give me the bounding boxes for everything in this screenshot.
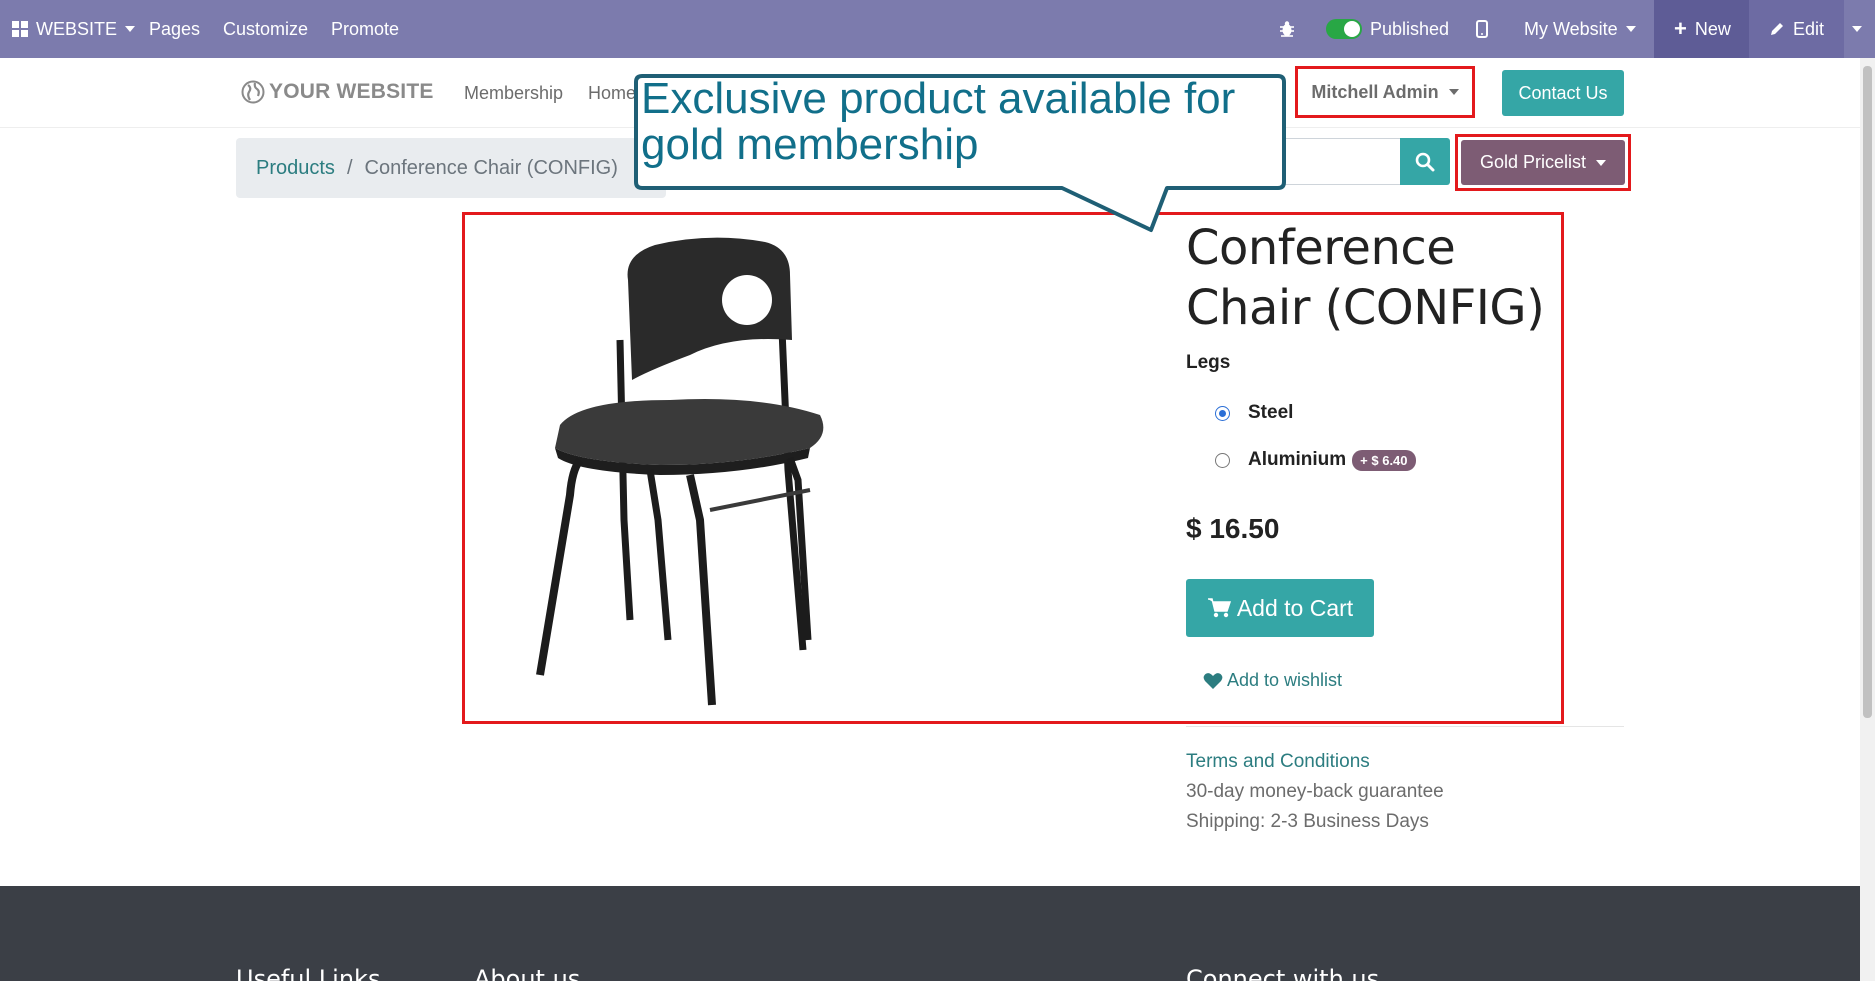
apps-grid-icon (12, 21, 28, 37)
guarantee-text: 30-day money-back guarantee (1186, 781, 1444, 802)
breadcrumb-current: Conference Chair (CONFIG) (364, 156, 618, 179)
breadcrumb: Products / Conference Chair (CONFIG) (236, 138, 666, 198)
chevron-down-icon (1448, 89, 1459, 95)
mobile-preview-button[interactable] (1476, 0, 1488, 58)
footer-heading-useful-links: Useful Links (236, 965, 381, 981)
edit-button[interactable]: Edit (1749, 0, 1845, 58)
page-scrollbar[interactable] (1860, 58, 1875, 981)
breadcrumb-separator: / (346, 156, 353, 179)
user-name: Mitchell Admin (1311, 81, 1439, 102)
chevron-down-icon (1625, 26, 1636, 32)
bug-icon (1280, 21, 1294, 37)
product-price: $ 16.50 (1186, 513, 1280, 544)
breadcrumb-products[interactable]: Products (256, 157, 335, 180)
contact-us-button[interactable]: Contact Us (1502, 70, 1624, 116)
radio-aluminium[interactable] (1215, 452, 1230, 468)
app-menu-button[interactable]: WEBSITE (12, 0, 136, 58)
toggle-switch[interactable] (1326, 19, 1362, 39)
shipping-text: Shipping: 2-3 Business Days (1186, 811, 1429, 832)
search-icon (1415, 152, 1435, 171)
logo-text: YOUR WEBSITE (269, 80, 434, 103)
radio-steel[interactable] (1215, 405, 1230, 421)
website-switcher[interactable]: My Website (1524, 0, 1636, 58)
user-menu[interactable]: Mitchell Admin (1295, 66, 1475, 118)
pricelist-label: Gold Pricelist (1479, 152, 1587, 172)
search-input[interactable] (1270, 138, 1400, 185)
nav-home[interactable]: Home (588, 83, 636, 104)
chevron-down-icon (1852, 26, 1862, 32)
site-logo[interactable]: YOUR WEBSITE (241, 80, 434, 104)
terms-link[interactable]: Terms and Conditions (1186, 751, 1370, 773)
add-to-cart-label: Add to Cart (1236, 594, 1354, 621)
scrollbar-thumb[interactable] (1863, 66, 1872, 718)
customize-label: Customize (223, 18, 309, 39)
add-to-wishlist-link[interactable]: Add to wishlist (1203, 670, 1342, 691)
attribute-label: Legs (1186, 352, 1231, 373)
footer-heading-about-us: About us (474, 965, 581, 981)
new-button[interactable]: + New (1654, 0, 1751, 58)
pricelist-highlight: Gold Pricelist (1455, 134, 1631, 191)
option-steel[interactable]: Steel (1215, 402, 1293, 424)
customize-menu[interactable]: Customize (223, 0, 308, 58)
nav-membership[interactable]: Membership (464, 83, 563, 104)
callout-text: Exclusive product available for gold mem… (641, 74, 1236, 169)
mobile-phone-icon (1476, 20, 1488, 38)
pencil-icon (1771, 23, 1783, 35)
chevron-down-icon (125, 26, 136, 32)
pricelist-dropdown[interactable]: Gold Pricelist (1461, 140, 1625, 185)
promote-label: Promote (331, 18, 400, 39)
footer-heading-connect: Connect with us (1186, 965, 1380, 981)
option-aluminium-label: Aluminium (1248, 449, 1347, 470)
chevron-down-icon (1596, 159, 1607, 166)
plus-icon: + (1674, 16, 1687, 41)
promote-menu[interactable]: Promote (331, 0, 399, 58)
pages-label: Pages (149, 18, 201, 39)
divider (1186, 726, 1624, 727)
shopping-cart-icon (1207, 598, 1231, 618)
website-switcher-label: My Website (1524, 18, 1618, 39)
admin-topbar: WEBSITE Pages Customize Promote Publishe… (0, 0, 1875, 58)
published-toggle[interactable]: Published (1326, 0, 1449, 58)
published-label: Published (1370, 18, 1450, 39)
option-aluminium[interactable]: Aluminium + $ 6.40 (1215, 449, 1416, 471)
price-extra-badge: + $ 6.40 (1352, 449, 1416, 471)
new-label: New (1694, 18, 1731, 39)
app-menu-label: WEBSITE (36, 18, 118, 39)
globe-icon (241, 80, 265, 104)
search-button[interactable] (1400, 138, 1450, 185)
pages-menu[interactable]: Pages (149, 0, 200, 58)
add-to-cart-button[interactable]: Add to Cart (1186, 579, 1374, 637)
debug-button[interactable] (1278, 0, 1296, 58)
option-steel-label: Steel (1248, 402, 1294, 423)
page: WEBSITE Pages Customize Promote Publishe… (0, 0, 1875, 981)
wishlist-label: Add to wishlist (1227, 670, 1343, 690)
edit-label: Edit (1793, 18, 1825, 39)
more-menu-button[interactable] (1852, 0, 1862, 58)
heart-icon (1203, 672, 1223, 689)
